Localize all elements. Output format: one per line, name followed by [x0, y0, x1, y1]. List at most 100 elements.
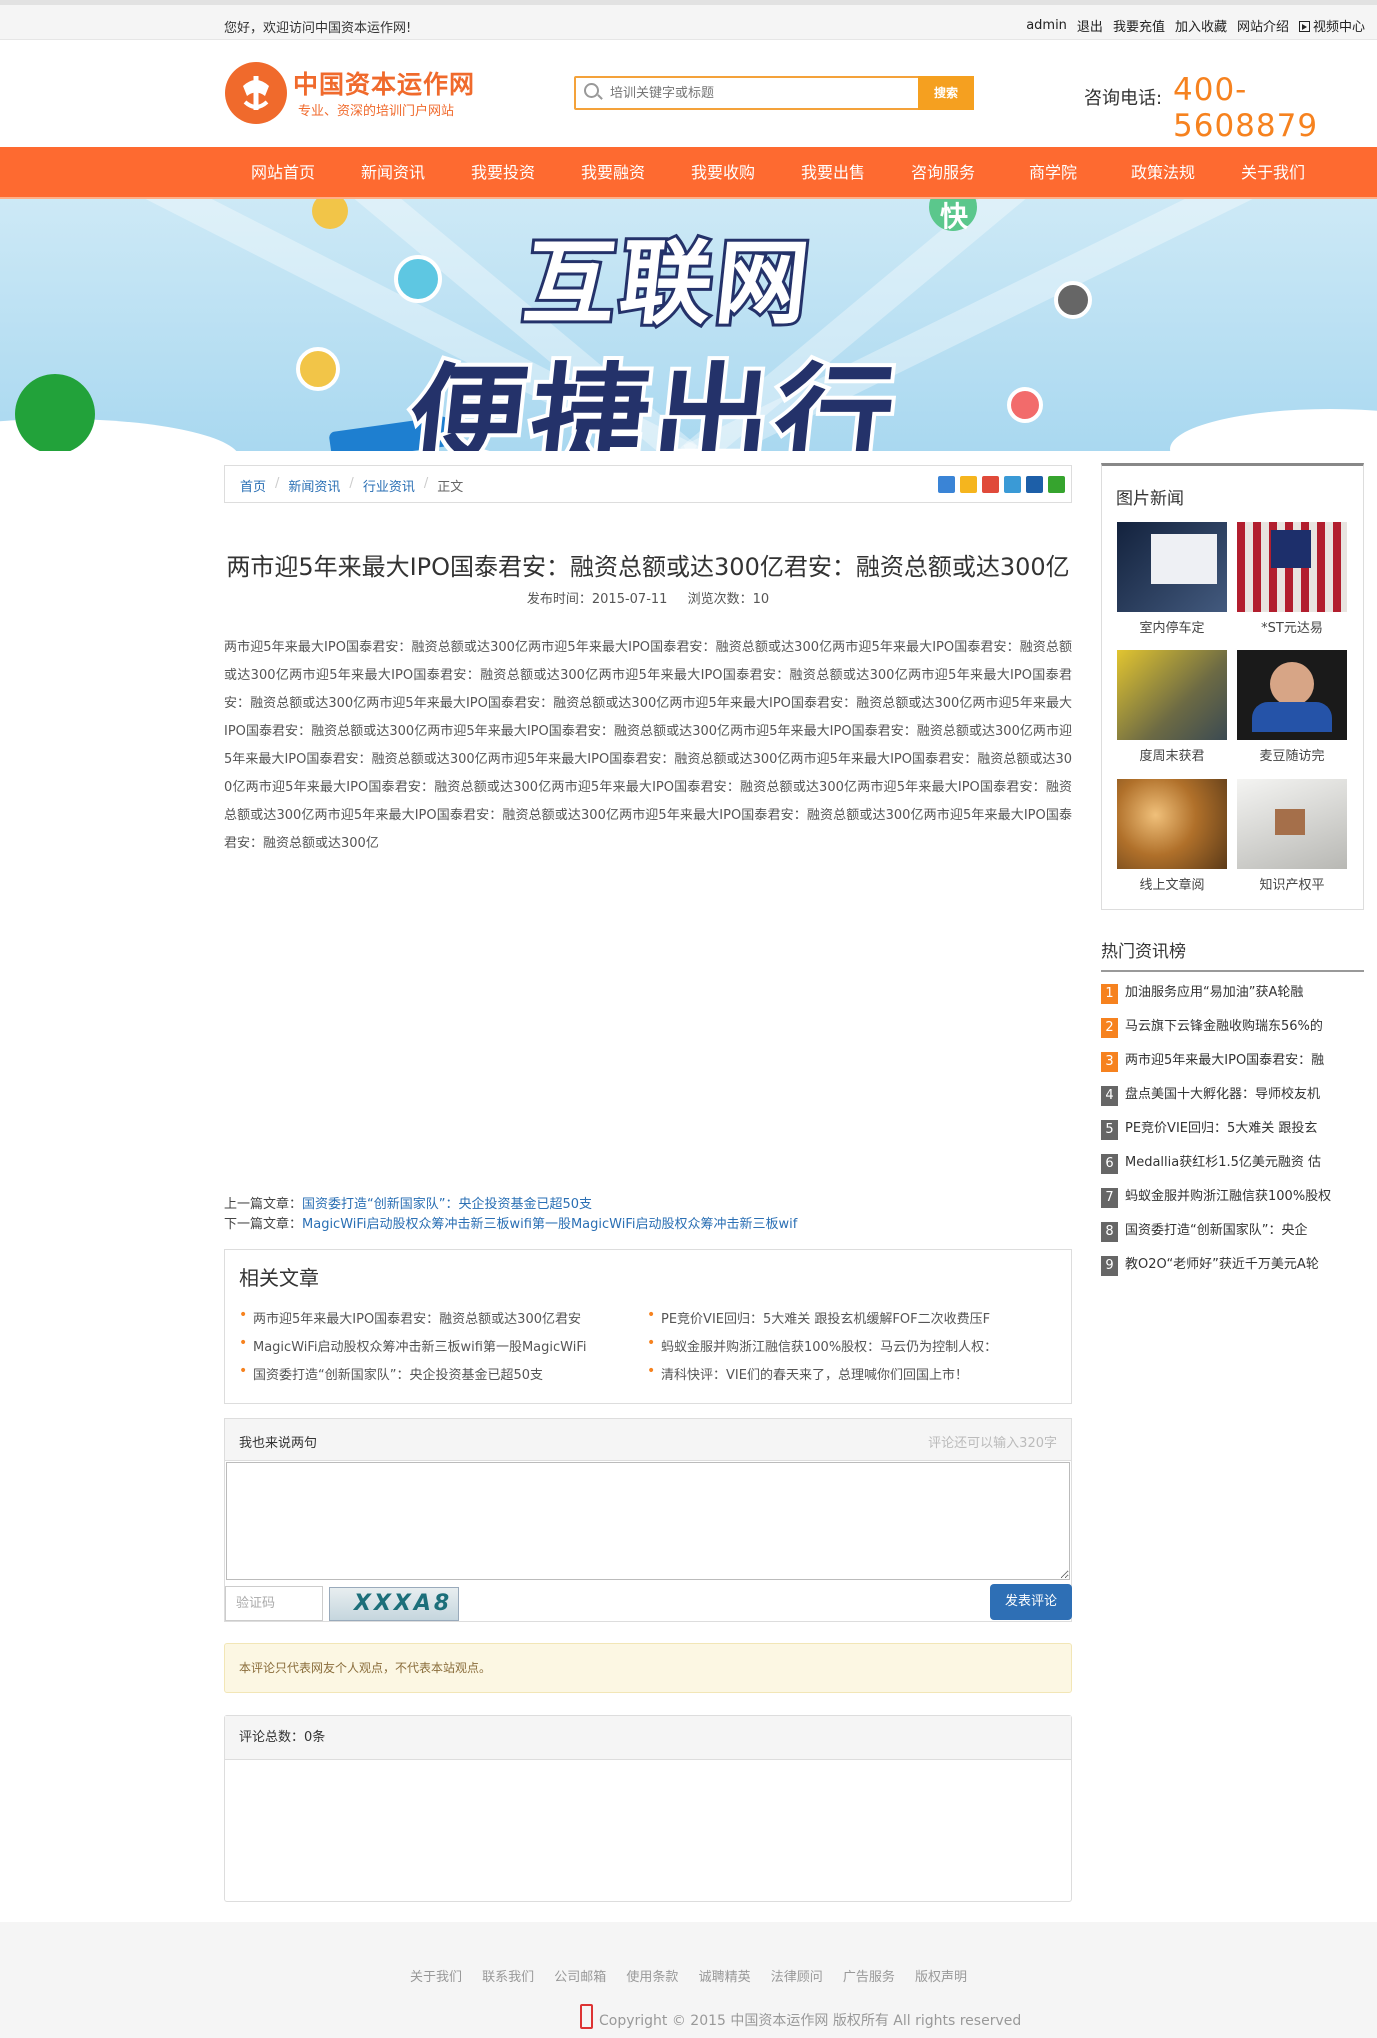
video-center-link[interactable]: 视频中心	[1298, 16, 1365, 35]
related-item[interactable]: MagicWiFi启动股权众筹冲击新三板wifi第一股MagicWiFi	[239, 1336, 631, 1355]
nav-acquire[interactable]: 我要收购	[668, 147, 778, 199]
banner[interactable]: 快 互联网 便捷出行	[0, 199, 1377, 451]
crumb-news[interactable]: 新闻资讯	[288, 476, 340, 495]
logo-title: 中国资本运作网	[293, 70, 476, 99]
rank-number: 4	[1101, 1086, 1118, 1106]
related-item[interactable]: PE竞价VIE回归：5大难关 跟投玄机缓解FOF二次收费压F	[647, 1308, 1039, 1327]
crumb-current: 正文	[437, 480, 464, 495]
video-center-label: 视频中心	[1312, 20, 1365, 35]
hot-news-title-text: 蚂蚁金服并购浙江融信获100%股权	[1125, 1189, 1332, 1204]
captcha-input[interactable]: 验证码	[225, 1586, 323, 1621]
search-box: 搜索	[574, 76, 974, 110]
mobile-icon[interactable]	[580, 2004, 593, 2029]
hot-news-item[interactable]: 2 马云旗下云锋金融收购瑞东56%的	[1101, 1016, 1364, 1038]
user-link[interactable]: admin	[1026, 18, 1067, 33]
article-body: 两市迎5年来最大IPO国泰君安：融资总额或达300亿两市迎5年来最大IPO国泰君…	[224, 640, 1072, 851]
crumb-separator: /	[275, 476, 280, 491]
share-icons	[938, 476, 1065, 493]
footer-link-about[interactable]: 关于我们	[410, 1970, 462, 1985]
nav-finance[interactable]: 我要融资	[558, 147, 668, 199]
thumbnail-image	[1117, 522, 1227, 612]
share-tweibo-icon[interactable]	[1004, 476, 1021, 493]
rank-number: 3	[1101, 1052, 1118, 1072]
related-item[interactable]: 国资委打造“创新国家队”：央企投资基金已超50支	[239, 1364, 631, 1383]
footer-link-mail[interactable]: 公司邮箱	[554, 1970, 606, 1985]
nav-sell[interactable]: 我要出售	[778, 147, 888, 199]
crumb-separator: /	[349, 476, 354, 491]
share-qzone-icon[interactable]	[960, 476, 977, 493]
comment-textarea[interactable]	[226, 1462, 1070, 1580]
submit-comment-button[interactable]: 发表评论	[990, 1584, 1072, 1620]
footer-link-copyright[interactable]: 版权声明	[915, 1970, 967, 1985]
hot-news-item[interactable]: 9 教O2O“老师好”获近千万美元A轮	[1101, 1254, 1364, 1276]
share-wechat-icon[interactable]	[1048, 476, 1065, 493]
recharge-link[interactable]: 我要充值	[1113, 16, 1165, 35]
hot-news-item[interactable]: 5 PE竞价VIE回归：5大难关 跟投玄	[1101, 1118, 1364, 1140]
picture-news-item[interactable]: 度周末获君	[1117, 650, 1227, 764]
thumbnail-image	[1237, 779, 1347, 869]
picture-news: 图片新闻 室内停车定 *ST元达易 度周末获君 麦豆随访完 线上文章阅 知识产权…	[1101, 463, 1364, 910]
banner-badge: 快	[940, 200, 969, 233]
related-item[interactable]: 清科快评：VIE们的春天来了，总理喊你们回国上市！	[647, 1364, 1039, 1383]
picture-news-item[interactable]: 线上文章阅	[1117, 779, 1227, 893]
picture-news-item[interactable]: 知识产权平	[1237, 779, 1347, 893]
picture-news-item[interactable]: *ST元达易	[1237, 522, 1347, 636]
share-renren-icon[interactable]	[1026, 476, 1043, 493]
tel-label: 咨询电话:	[1084, 88, 1163, 109]
captcha-image[interactable]: XXXA8	[329, 1587, 459, 1621]
share-weibo-icon[interactable]	[982, 476, 999, 493]
related-item[interactable]: 两市迎5年来最大IPO国泰君安：融资总额或达300亿君安	[239, 1308, 631, 1327]
about-site-link[interactable]: 网站介绍	[1237, 16, 1289, 35]
share-more-icon[interactable]	[938, 476, 955, 493]
welcome-text: 您好，欢迎访问中国资本运作网!	[224, 21, 412, 36]
nav-invest[interactable]: 我要投资	[448, 147, 558, 199]
publish-date: 发布时间：2015-07-11	[526, 592, 668, 607]
nav-home[interactable]: 网站首页	[228, 147, 338, 199]
hot-news-title-text: Medallia获红杉1.5亿美元融资 估	[1125, 1155, 1322, 1170]
footer-link-contact[interactable]: 联系我们	[482, 1970, 534, 1985]
main-nav: 网站首页 新闻资讯 我要投资 我要融资 我要收购 我要出售 咨询服务 商学院 政…	[0, 147, 1377, 199]
crumb-industry[interactable]: 行业资讯	[363, 476, 415, 495]
nav-business-school[interactable]: 商学院	[998, 147, 1108, 199]
crumb-separator: /	[423, 476, 429, 491]
crumb-home[interactable]: 首页	[240, 476, 266, 495]
footer-link-ads[interactable]: 广告服务	[843, 1970, 895, 1985]
hot-news-item[interactable]: 3 两市迎5年来最大IPO国泰君安：融	[1101, 1050, 1364, 1072]
breadcrumb: 首页 / 新闻资讯 / 行业资讯 / 正文	[224, 465, 1072, 503]
next-article-link[interactable]: MagicWiFi启动股权众筹冲击新三板wifi第一股MagicWiFi启动股权…	[302, 1217, 797, 1232]
footer-link-legal[interactable]: 法律顾问	[771, 1970, 823, 1985]
hot-news-title-text: PE竞价VIE回归：5大难关 跟投玄	[1125, 1121, 1318, 1136]
hot-news-item[interactable]: 1 加油服务应用“易加油”获A轮融	[1101, 982, 1364, 1004]
footer-link-jobs[interactable]: 诚聘精英	[699, 1970, 751, 1985]
logout-link[interactable]: 退出	[1077, 16, 1103, 35]
nav-news[interactable]: 新闻资讯	[338, 147, 448, 199]
hot-news-item[interactable]: 8 国资委打造“创新国家队”：央企	[1101, 1220, 1364, 1242]
nav-policy[interactable]: 政策法规	[1108, 147, 1218, 199]
prev-article-link[interactable]: 国资委打造“创新国家队”：央企投资基金已超50支	[302, 1197, 592, 1212]
picture-caption: *ST元达易	[1261, 621, 1323, 636]
search-input[interactable]	[610, 82, 870, 104]
footer: 关于我们 联系我们 公司邮箱 使用条款 诚聘精英 法律顾问 广告服务 版权声明 …	[0, 1922, 1377, 2038]
nav-consult[interactable]: 咨询服务	[888, 147, 998, 199]
hot-news-title-text: 马云旗下云锋金融收购瑞东56%的	[1125, 1019, 1323, 1034]
hot-news-item[interactable]: 6 Medallia获红杉1.5亿美元融资 估	[1101, 1152, 1364, 1174]
prev-next: 上一篇文章：国资委打造“创新国家队”：央企投资基金已超50支 下一篇文章：Mag…	[224, 1195, 797, 1235]
search-button[interactable]: 搜索	[918, 76, 974, 110]
article-title: 两市迎5年来最大IPO国泰君安：融资总额或达300亿君安：融资总额或达300亿	[226, 553, 1070, 581]
picture-news-item[interactable]: 麦豆随访完	[1237, 650, 1347, 764]
favorite-link[interactable]: 加入收藏	[1175, 16, 1227, 35]
picture-caption: 室内停车定	[1139, 621, 1205, 636]
comment-disclaimer: 本评论只代表网友个人观点，不代表本站观点。	[224, 1643, 1072, 1693]
hot-news-item[interactable]: 7 蚂蚁金服并购浙江融信获100%股权	[1101, 1186, 1364, 1208]
hot-news-item[interactable]: 4 盘点美国十大孵化器：导师校友机	[1101, 1084, 1364, 1106]
rank-number: 7	[1101, 1188, 1118, 1208]
picture-news-item[interactable]: 室内停车定	[1117, 522, 1227, 636]
copyright-text: Copyright © 2015 中国资本运作网 版权所有 All rights…	[599, 2013, 1022, 2029]
logo-icon[interactable]	[225, 62, 287, 124]
related-item[interactable]: 蚂蚁金服并购浙江融信获100%股权：马云仍为控制人权：	[647, 1336, 1039, 1355]
nav-about[interactable]: 关于我们	[1218, 147, 1328, 199]
thumbnail-image	[1237, 650, 1347, 740]
captcha-text: XXXA8	[354, 1591, 453, 1616]
video-icon	[1298, 21, 1310, 32]
footer-link-terms[interactable]: 使用条款	[626, 1970, 678, 1985]
